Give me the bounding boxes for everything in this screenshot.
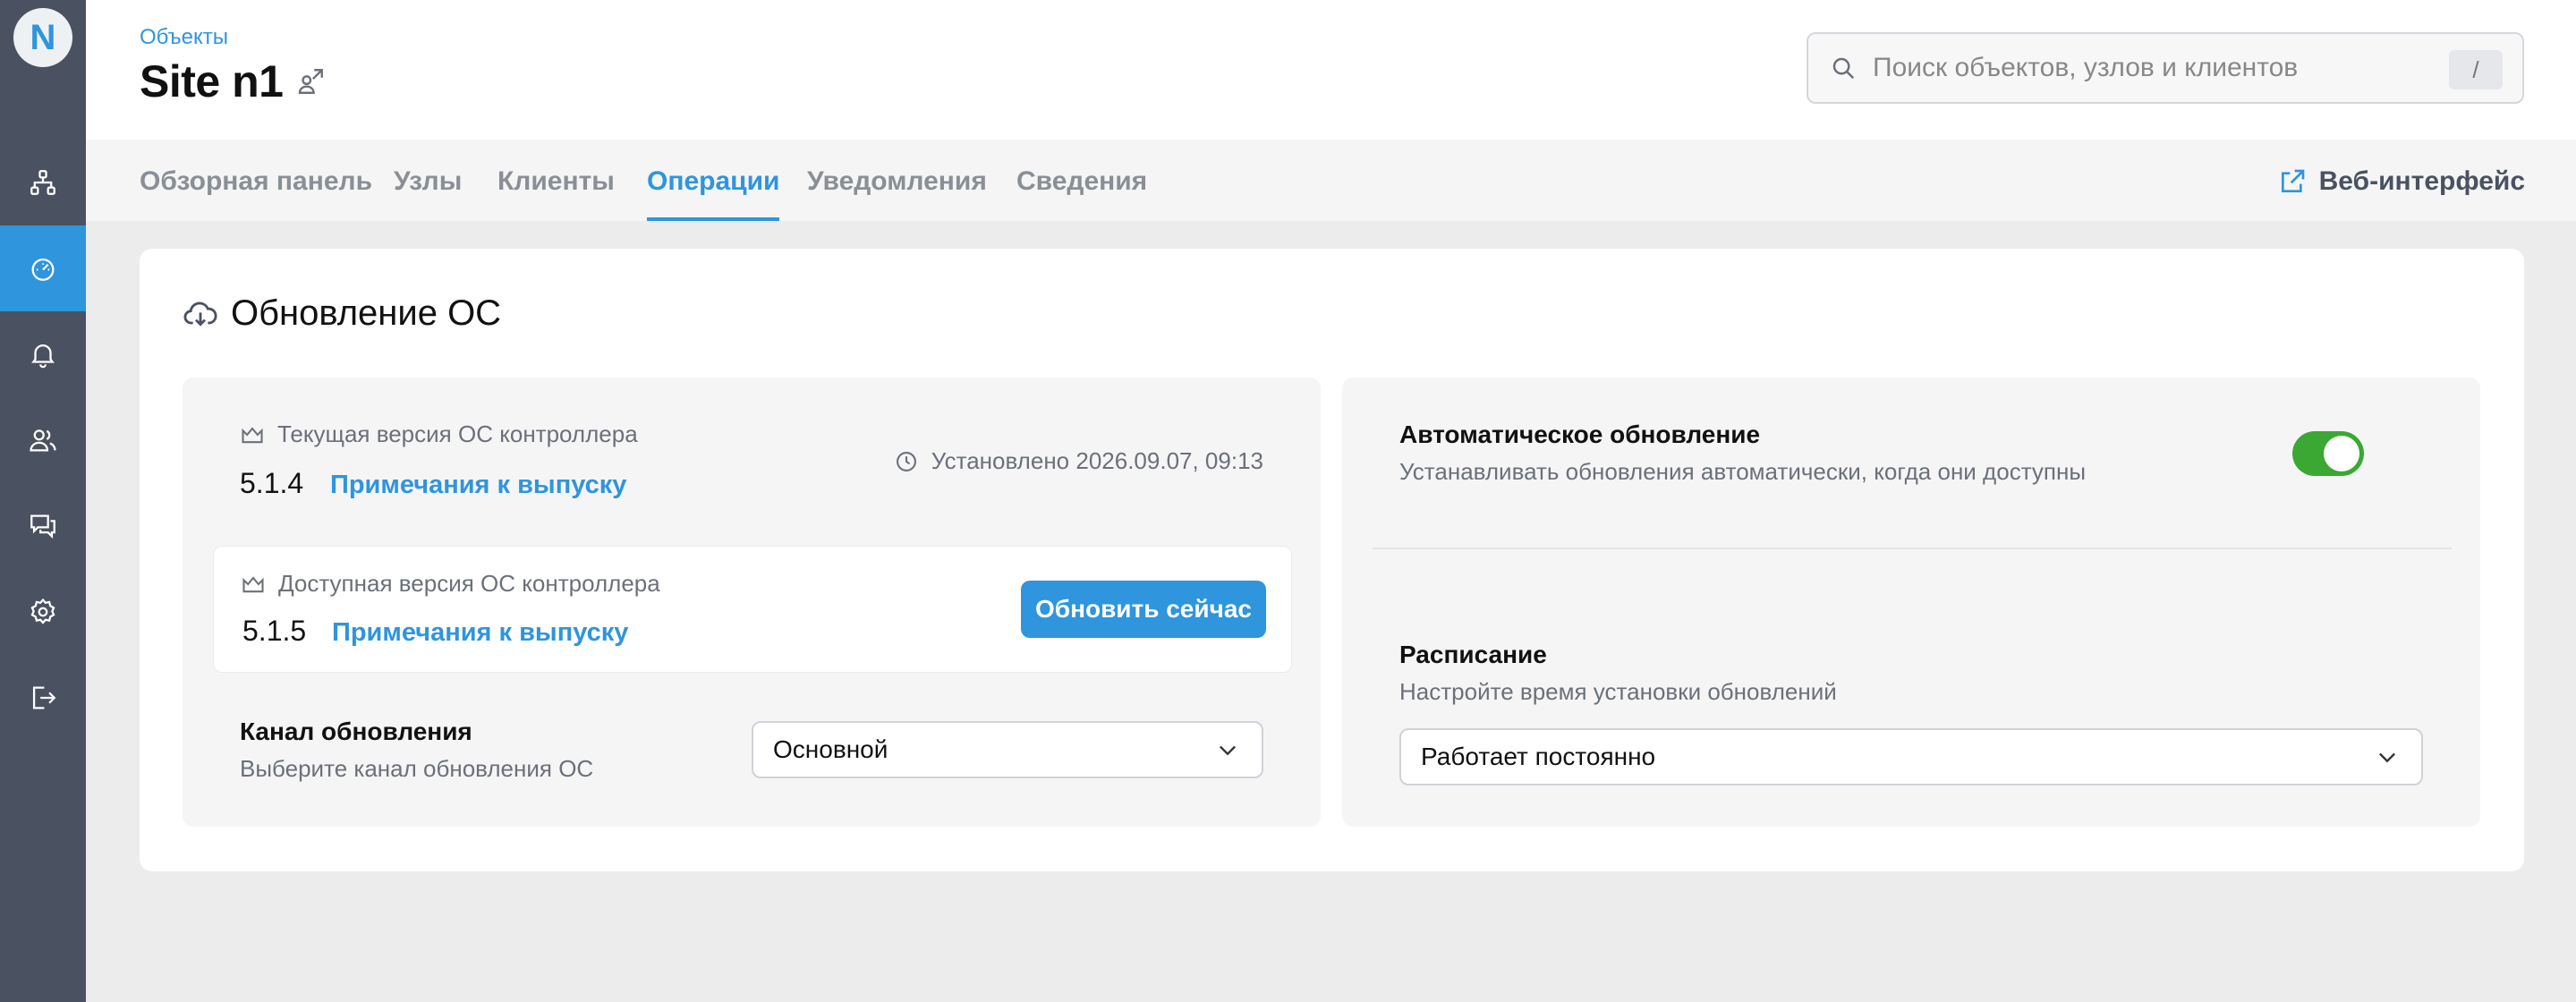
- app-logo-letter: N: [30, 17, 56, 57]
- clock-icon: [896, 451, 916, 471]
- channel-subtitle: Выберите канал обновления ОС: [240, 755, 594, 782]
- sidebar-item-notifications[interactable]: [0, 311, 86, 397]
- crown-icon: [242, 426, 263, 443]
- sidebar-item-network[interactable]: [0, 140, 86, 225]
- current-release-notes-link[interactable]: Примечания к выпуску: [330, 471, 626, 500]
- search-icon: [1832, 57, 1855, 80]
- web-interface-label: Веб-интерфейс: [2318, 166, 2525, 196]
- sidebar-item-clients[interactable]: [0, 397, 86, 483]
- card-title: Обновление ОС: [183, 293, 501, 334]
- available-release-notes-link[interactable]: Примечания к выпуску: [332, 618, 628, 648]
- update-now-button[interactable]: Обновить сейчас: [1021, 581, 1266, 638]
- available-version-label: Доступная версия ОС контроллера: [278, 570, 660, 597]
- page-title: Site n1: [140, 56, 284, 106]
- installed-date: Установлено 2026.09.07, 09:13: [931, 447, 1263, 474]
- bell-icon: [31, 344, 55, 369]
- app-logo[interactable]: N: [13, 8, 72, 67]
- search-shortcut-hint: /: [2449, 50, 2503, 89]
- channel-select-value: Основной: [773, 735, 888, 763]
- available-version-number: 5.1.5: [242, 615, 307, 647]
- users-icon: [30, 429, 56, 452]
- gear-icon: [30, 598, 55, 624]
- breadcrumb-objects[interactable]: Объекты: [140, 25, 228, 50]
- schedule-select[interactable]: Работает постоянно: [1399, 728, 2423, 785]
- tab-dashboard[interactable]: Обзорная панель: [140, 166, 372, 221]
- auto-update-panel: Автоматическое обновление Устанавливать …: [1342, 378, 2480, 827]
- search-box[interactable]: /: [1807, 32, 2524, 104]
- auto-update-subtitle: Устанавливать обновления автоматически, …: [1399, 458, 2087, 485]
- channel-select[interactable]: Основной: [752, 721, 1263, 778]
- current-version-label: Текущая версия ОС контроллера: [277, 420, 638, 447]
- tab-details[interactable]: Сведения: [1016, 166, 1147, 221]
- available-version-label-row: Доступная версия ОС контроллера: [241, 570, 660, 598]
- chevron-down-icon: [1220, 745, 1236, 756]
- tab-clients[interactable]: Клиенты: [497, 166, 615, 221]
- schedule-subtitle: Настройте время установки обновлений: [1399, 678, 1837, 705]
- tabs-bar: Обзорная панель Узлы Клиенты Операции Ув…: [86, 140, 2576, 221]
- tab-nodes[interactable]: Узлы: [394, 166, 462, 221]
- os-update-title: Обновление ОС: [231, 293, 502, 333]
- web-interface-link[interactable]: Веб-интерфейс: [2278, 166, 2525, 197]
- current-version-number: 5.1.4: [240, 467, 304, 499]
- version-panel: Текущая версия ОС контроллера 5.1.4 Прим…: [183, 378, 1321, 827]
- dashboard-gauge-icon: [31, 258, 55, 281]
- search-input[interactable]: [1873, 53, 2427, 83]
- sidebar-item-logout[interactable]: [0, 655, 86, 741]
- installed-info: Установлено 2026.09.07, 09:13: [894, 447, 1263, 475]
- tab-notifications[interactable]: Уведомления: [807, 166, 987, 221]
- schedule-select-value: Работает постоянно: [1421, 743, 1656, 770]
- page-header: Объекты Site n1 /: [86, 0, 2576, 140]
- user-link-icon[interactable]: [295, 66, 326, 97]
- auto-update-title: Автоматическое обновление: [1399, 420, 1761, 448]
- divider: [1373, 548, 2452, 549]
- logout-icon: [32, 686, 56, 709]
- chevron-down-icon: [2379, 752, 2395, 763]
- sidebar-item-settings[interactable]: [0, 569, 86, 655]
- external-link-icon: [2281, 169, 2304, 192]
- chat-icon: [30, 514, 55, 539]
- tab-operations[interactable]: Операции: [647, 166, 780, 221]
- available-version-box: Доступная версия ОС контроллера 5.1.5 Пр…: [213, 546, 1292, 673]
- sidebar-item-dashboard[interactable]: [0, 225, 86, 311]
- current-version-label-row: Текущая версия ОС контроллера: [240, 420, 638, 448]
- crown-icon: [242, 575, 264, 592]
- channel-title: Канал обновления: [240, 718, 472, 745]
- sidebar: N: [0, 0, 86, 1002]
- network-icon: [30, 170, 55, 195]
- schedule-title: Расписание: [1399, 641, 1547, 668]
- cloud-download-icon: [183, 301, 217, 327]
- sidebar-item-messages[interactable]: [0, 483, 86, 569]
- auto-update-toggle[interactable]: [2292, 431, 2364, 476]
- toggle-knob: [2324, 436, 2359, 471]
- title-row: Site n1: [140, 55, 326, 107]
- os-update-card: Обновление ОС Текущая версия ОС контролл…: [140, 249, 2524, 871]
